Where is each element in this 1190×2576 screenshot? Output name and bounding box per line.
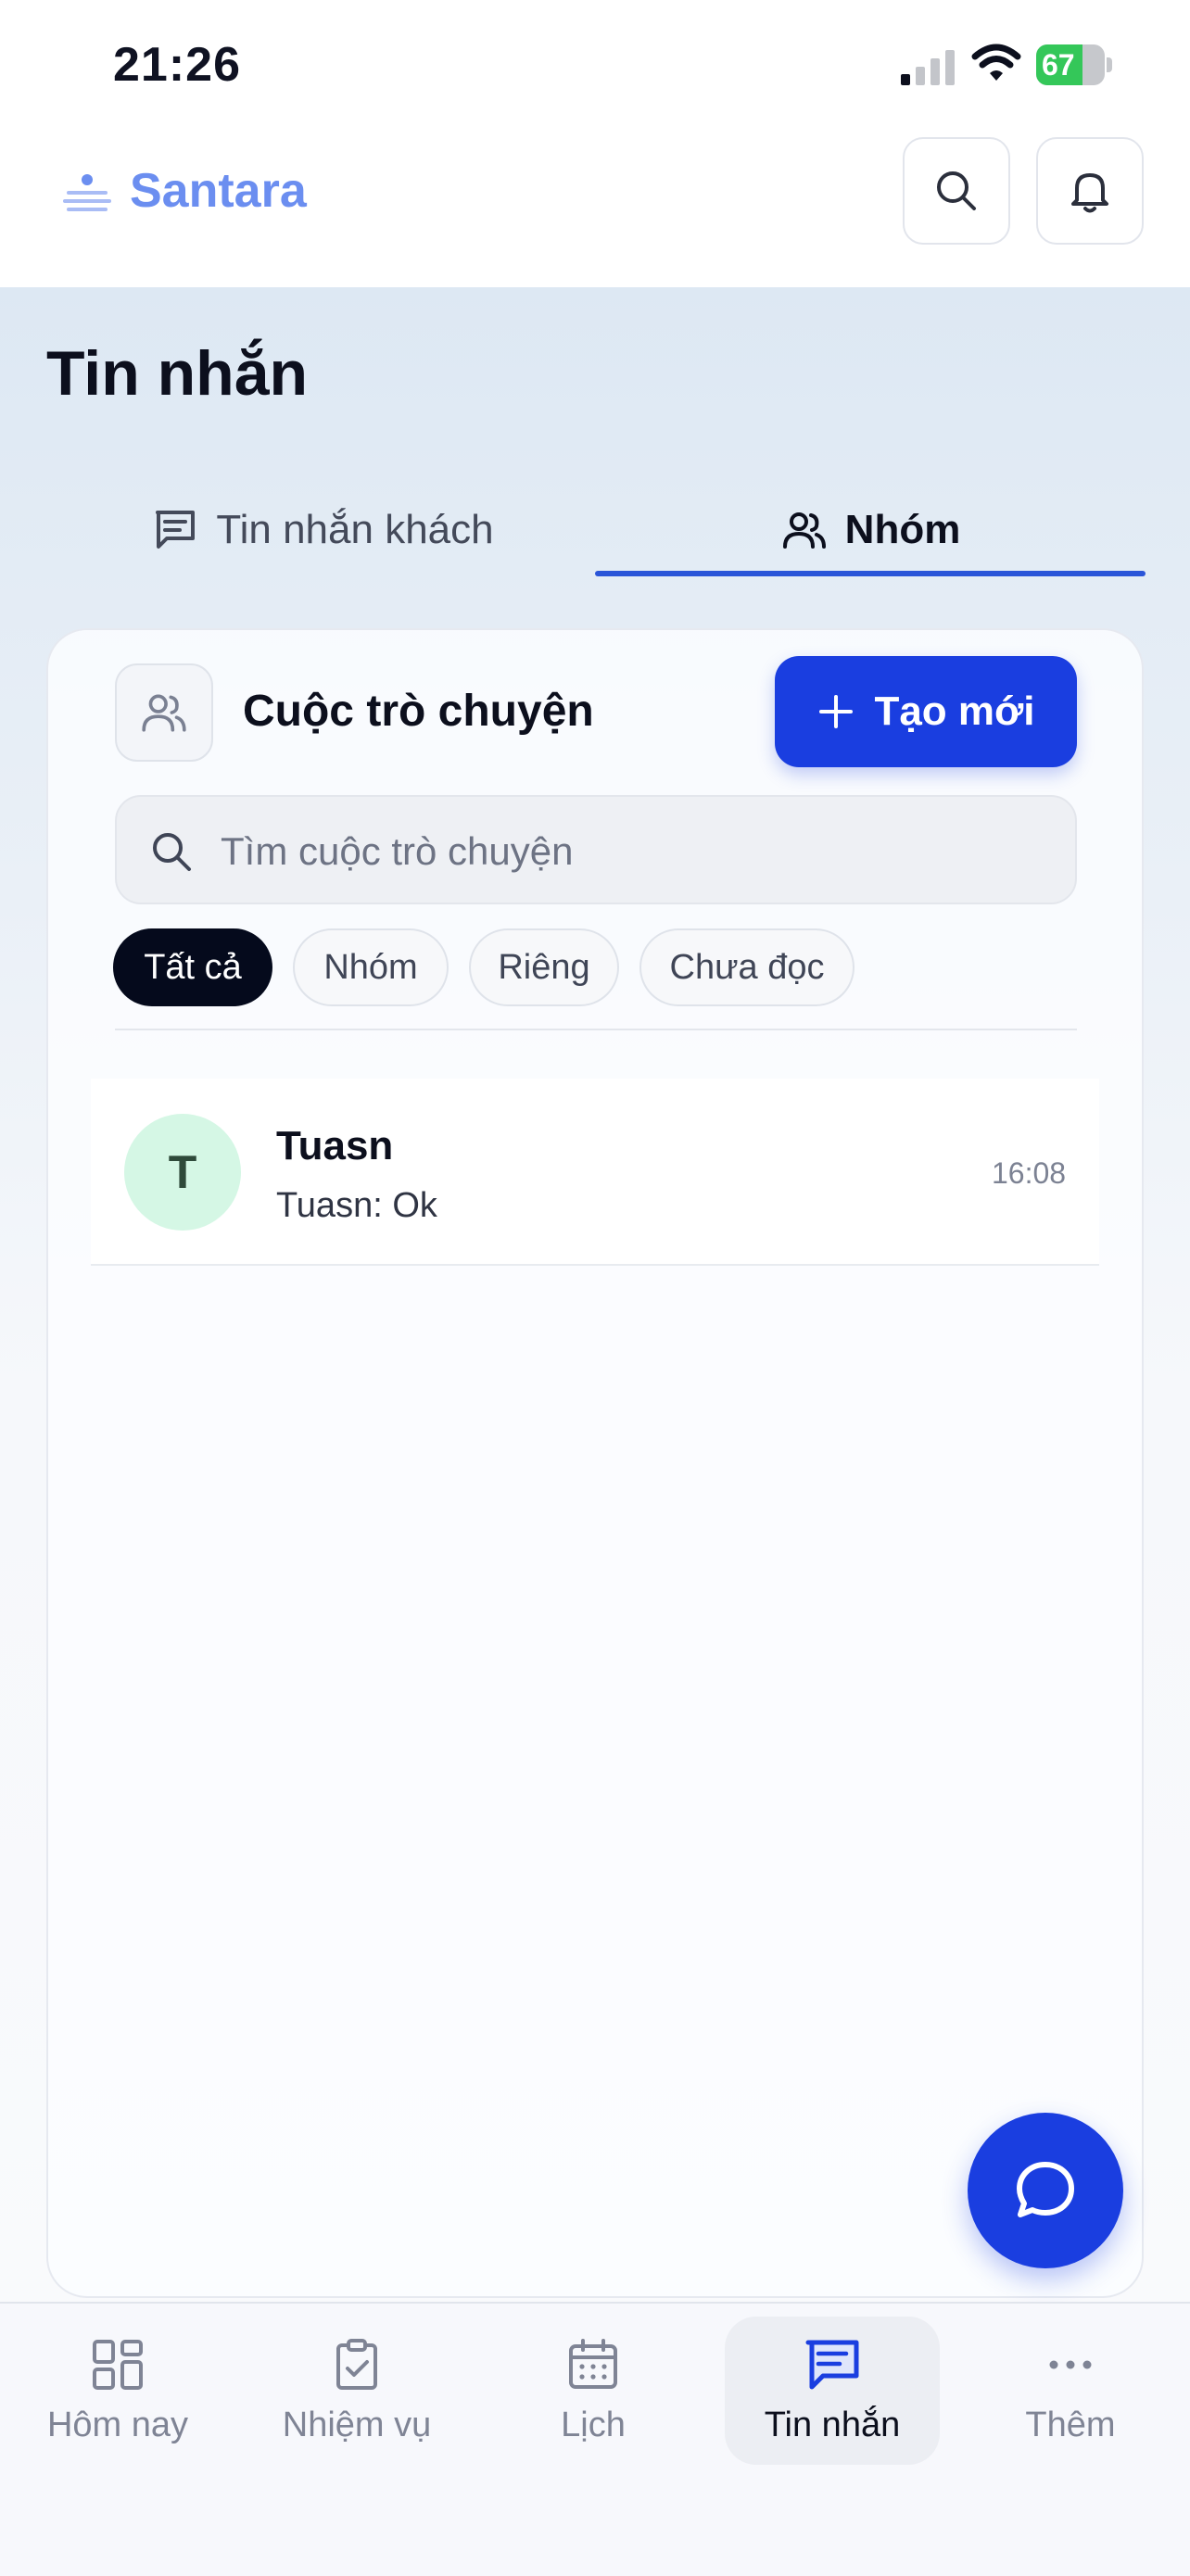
filter-divider	[115, 1029, 1077, 1030]
nav-item-tasks[interactable]: Nhiệm vụ	[250, 2317, 463, 2465]
users-icon	[782, 512, 826, 549]
nav-item-today[interactable]: Hôm nay	[13, 2317, 222, 2465]
cellular-signal-icon	[901, 50, 955, 85]
nav-item-more[interactable]: Thêm	[964, 2317, 1177, 2465]
conversations-title: Cuộc trò chuyện	[243, 687, 594, 736]
new-chat-fab[interactable]	[968, 2113, 1123, 2268]
conversation-row[interactable]	[91, 1079, 1099, 1266]
nav-item-calendar-label: Lịch	[561, 2406, 626, 2444]
plus-icon	[819, 695, 854, 728]
chat-bubble-icon	[1017, 2162, 1074, 2217]
notifications-button[interactable]	[1036, 137, 1144, 245]
nav-item-tasks-label: Nhiệm vụ	[282, 2406, 432, 2444]
nav-item-messages-label: Tin nhắn	[764, 2406, 901, 2444]
conversation-search-input[interactable]	[219, 814, 1038, 890]
brand-name: Santara	[130, 164, 307, 218]
grid-icon	[93, 2340, 143, 2390]
users-icon	[142, 694, 186, 732]
conversations-icon-box	[115, 663, 213, 762]
nav-item-today-label: Hôm nay	[46, 2406, 189, 2444]
filter-chip-unread[interactable]: Chưa đọc	[639, 928, 855, 1006]
nav-item-messages[interactable]: Tin nhắn	[725, 2317, 940, 2465]
search-button[interactable]	[903, 137, 1010, 245]
avatar: T	[124, 1114, 241, 1231]
tab-guest-messages[interactable]: Tin nhắn khách	[52, 482, 593, 578]
page-title: Tin nhắn	[46, 338, 309, 409]
filter-chip-private[interactable]: Riêng	[469, 928, 619, 1006]
active-tab-indicator	[595, 571, 1146, 576]
tab-groups[interactable]: Nhóm	[595, 482, 1146, 578]
conversation-name: Tuasn	[276, 1123, 394, 1168]
status-time: 21:26	[113, 38, 241, 92]
tab-groups-label: Nhóm	[844, 507, 961, 552]
search-icon	[153, 833, 191, 871]
nav-item-calendar[interactable]: Lịch	[491, 2317, 695, 2465]
wifi-icon	[971, 44, 1021, 81]
logo-icon	[63, 174, 111, 211]
filter-chip-all[interactable]: Tất cả	[113, 928, 272, 1006]
create-new-label: Tạo mới	[874, 688, 1035, 734]
bell-icon	[1071, 173, 1108, 213]
nav-item-more-label: Thêm	[1025, 2406, 1116, 2444]
battery-icon: 67	[1036, 44, 1114, 85]
search-icon	[937, 171, 976, 210]
message-lines-icon	[156, 511, 196, 549]
battery-percent: 67	[1042, 48, 1075, 82]
message-icon	[805, 2340, 859, 2390]
clipboard-check-icon	[336, 2339, 377, 2390]
calendar-icon	[569, 2339, 617, 2389]
conversation-time: 16:08	[992, 1156, 1067, 1190]
filter-chip-groups[interactable]: Nhóm	[293, 928, 449, 1006]
conversation-preview: Tuasn: Ok	[276, 1186, 437, 1225]
more-dots-icon	[1049, 2360, 1092, 2369]
create-new-button[interactable]: Tạo mới	[775, 656, 1077, 767]
tab-guest-messages-label: Tin nhắn khách	[216, 507, 494, 552]
